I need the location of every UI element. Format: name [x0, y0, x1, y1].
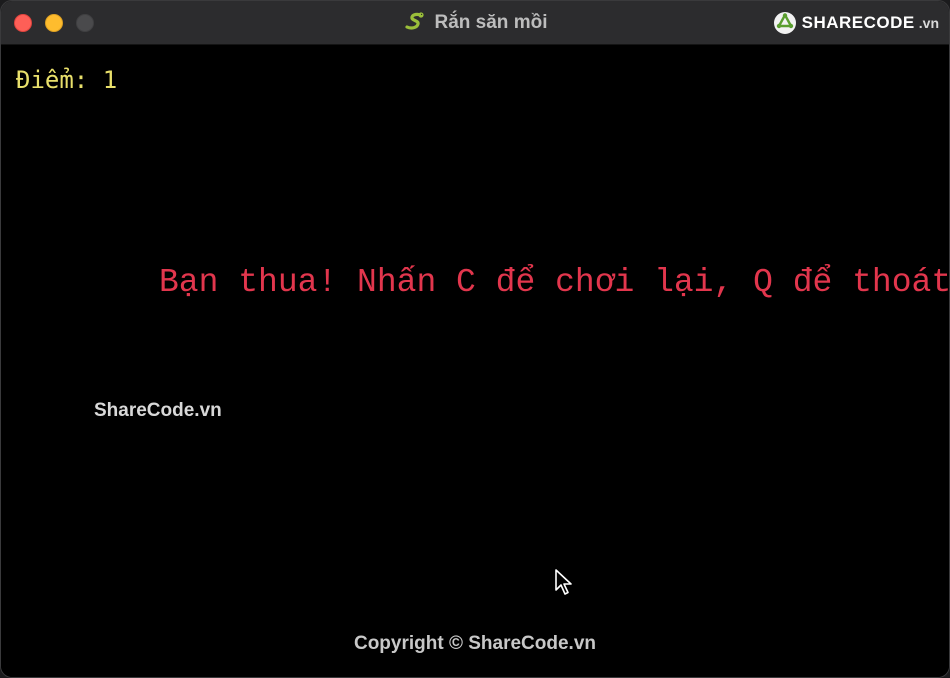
game-window: Rắn săn mồi SHARECODE .vn Điểm: 1 Bạn thu…	[0, 0, 950, 678]
logo-text: SHARECODE	[801, 13, 915, 32]
window-title-text: Rắn săn mồi	[434, 12, 548, 33]
game-over-message: Bạn thua! Nhấn C để chơi lại, Q để thoát	[159, 264, 949, 301]
logo-suffix: .vn	[918, 15, 939, 31]
snake-icon	[403, 8, 427, 38]
sharecode-logo: SHARECODE .vn	[772, 10, 939, 36]
mouse-cursor-icon	[555, 569, 572, 595]
title-bar[interactable]: Rắn săn mồi SHARECODE .vn	[1, 1, 949, 45]
watermark-text: ShareCode.vn	[94, 400, 222, 421]
score-label: Điểm: 1	[16, 66, 118, 94]
sharecode-logo-icon	[773, 12, 796, 34]
copyright-watermark: Copyright © ShareCode.vn	[353, 633, 597, 654]
game-canvas[interactable]: Điểm: 1 Bạn thua! Nhấn C để chơi lại, Q …	[1, 46, 949, 677]
